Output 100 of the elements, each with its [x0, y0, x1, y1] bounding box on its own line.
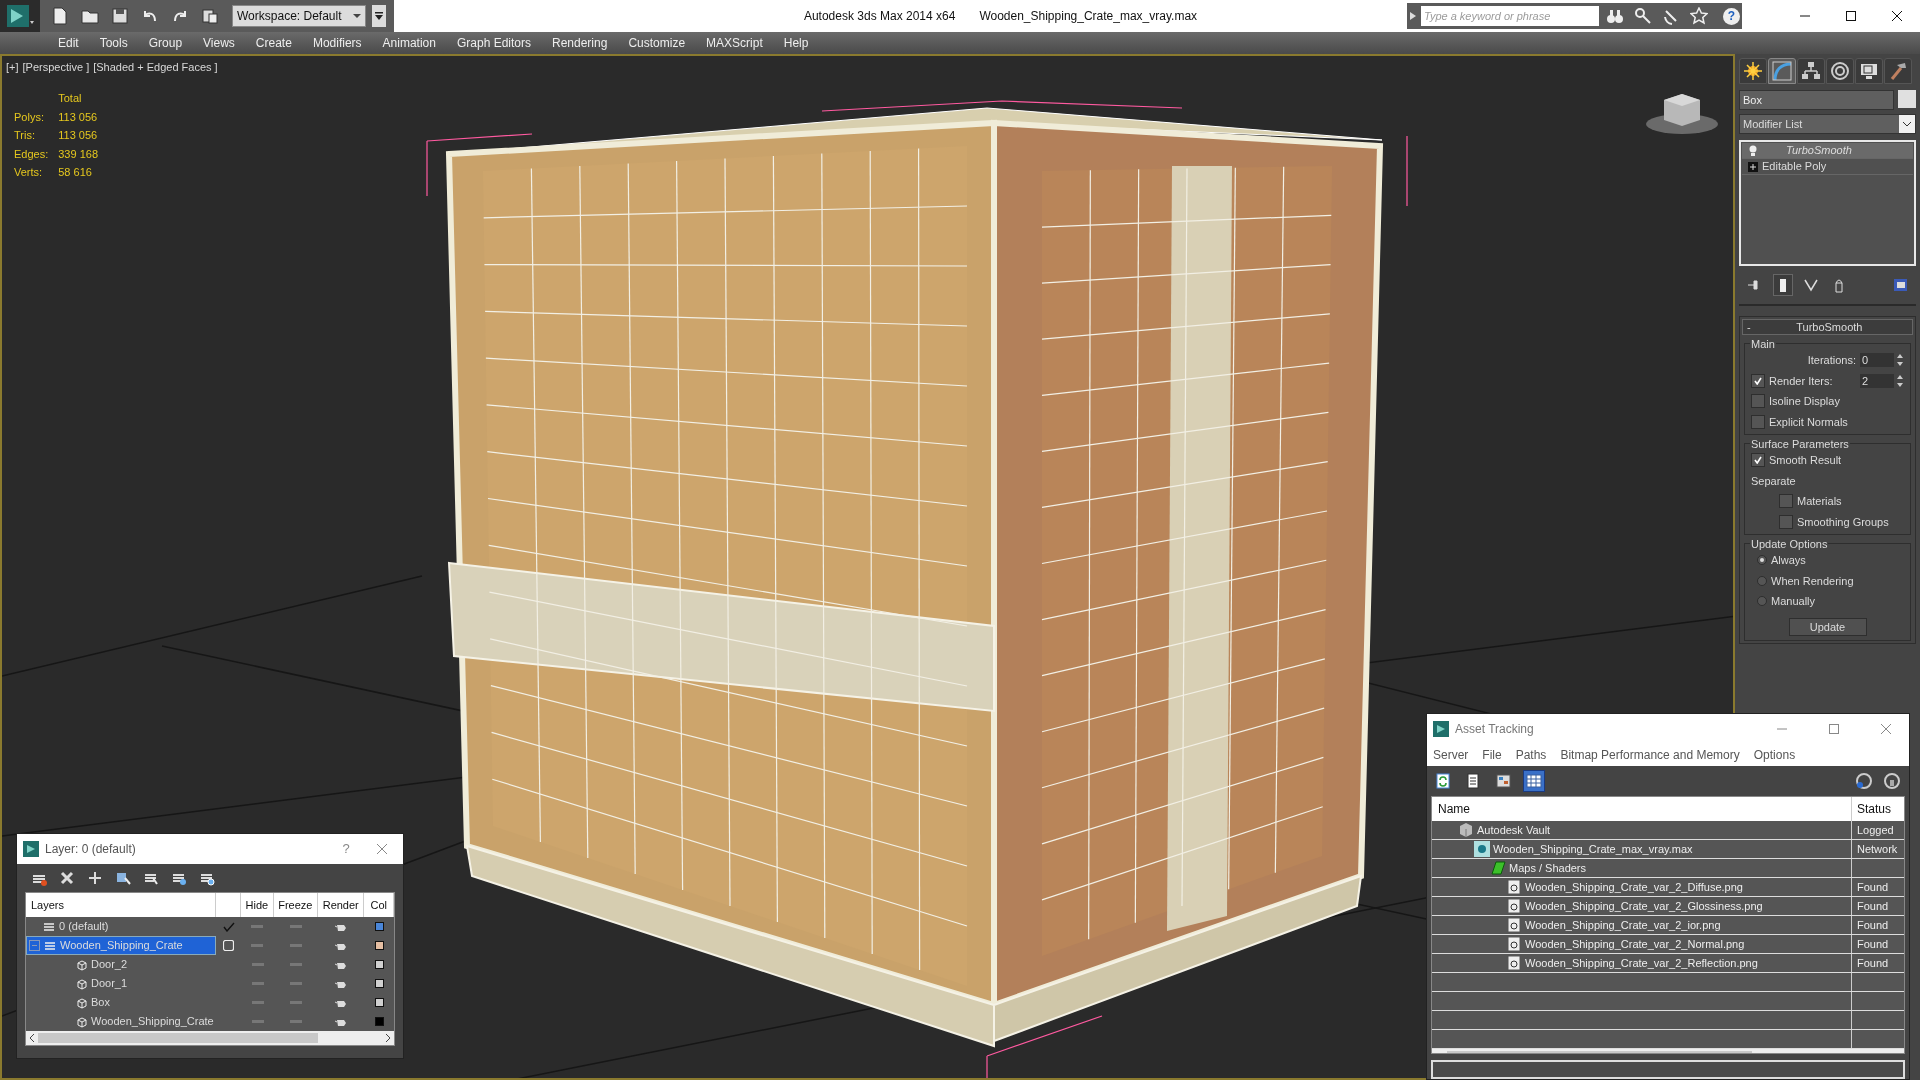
radio-button[interactable] [1757, 555, 1767, 566]
hide-toggle-icon[interactable] [251, 981, 264, 986]
menu-item[interactable]: Create [245, 32, 302, 54]
radio-button[interactable] [1757, 596, 1767, 607]
maximize-icon[interactable] [1843, 8, 1859, 24]
viewport-label[interactable]: [+] [6, 59, 19, 76]
checkbox[interactable] [1779, 514, 1793, 529]
image-file-icon [1506, 879, 1522, 895]
color-swatch[interactable] [374, 941, 384, 950]
rollout-title: TurboSmooth [1795, 319, 1864, 335]
update-button[interactable]: Update [1788, 617, 1867, 636]
file-name: Wooden_Shipping_Crate_max_vray.max [979, 8, 1198, 25]
collapse-toggle[interactable]: - [1747, 318, 1751, 336]
column-header[interactable]: Layers [26, 893, 217, 917]
layer-row[interactable]: Door_2 [26, 955, 217, 974]
layer-row[interactable]: 0 (default) [26, 917, 217, 936]
checkbox[interactable] [1751, 414, 1765, 429]
toolbar-options-button[interactable] [372, 5, 386, 27]
menu-item[interactable]: Tools [89, 32, 138, 54]
spinner-field[interactable]: 0 [1860, 353, 1894, 368]
column-header[interactable]: Name [1432, 797, 1852, 821]
help-button[interactable]: ? [331, 839, 361, 859]
asset-name[interactable]: Autodesk Vault [1477, 821, 1551, 839]
hide-toggle-icon[interactable] [251, 1000, 264, 1005]
asset-status: Network [1857, 841, 1898, 857]
menu-item[interactable]: Edit [48, 32, 89, 54]
column-header[interactable]: Hide [241, 893, 274, 917]
object-name-field[interactable]: Box [1739, 90, 1894, 110]
hide-toggle-icon[interactable] [251, 962, 264, 967]
menu-item[interactable]: Graph Editors [446, 32, 541, 54]
color-swatch[interactable] [374, 1017, 384, 1026]
dropdown-caret-icon [353, 13, 361, 19]
spinner-field[interactable]: 2 [1860, 373, 1894, 388]
modifier-stack[interactable]: TurboSmooth Editable Poly [1739, 140, 1916, 266]
hide-toggle-icon[interactable] [251, 943, 264, 948]
layer-row[interactable]: Box [26, 993, 217, 1012]
menu-item[interactable]: File [1482, 746, 1502, 764]
freeze-toggle-icon[interactable] [290, 1019, 302, 1024]
column-header[interactable]: Freeze [273, 893, 319, 917]
expand-icon[interactable] [1748, 161, 1758, 172]
color-swatch[interactable] [374, 960, 384, 969]
modifier-list-dropdown[interactable]: Modifier List [1739, 114, 1916, 134]
checkbox[interactable] [1779, 494, 1793, 509]
menu-item[interactable]: Modifiers [302, 32, 372, 54]
asset-name[interactable]: Wooden_Shipping_Crate_var_2_ior.png [1525, 916, 1721, 934]
column-header[interactable]: Render [318, 893, 365, 917]
menu-item[interactable]: Paths [1515, 746, 1547, 764]
freeze-toggle-icon[interactable] [290, 1000, 302, 1005]
menu-item[interactable]: Help [773, 32, 819, 54]
menu-item[interactable]: Group [138, 32, 193, 54]
freeze-toggle-icon[interactable] [290, 962, 302, 967]
color-swatch[interactable] [374, 922, 384, 931]
toolbar-options-icon[interactable] [375, 12, 383, 20]
checkbox-label: Explicit Normals [1769, 414, 1848, 430]
modifier-stack-item[interactable]: Editable Poly [1742, 159, 1913, 175]
freeze-toggle-icon[interactable] [289, 943, 302, 948]
hide-toggle-icon[interactable] [251, 924, 264, 929]
freeze-toggle-icon[interactable] [289, 924, 302, 929]
asset-status: Found [1857, 936, 1889, 952]
freeze-toggle-icon[interactable] [290, 981, 302, 986]
horizontal-scrollbar[interactable] [26, 1031, 394, 1045]
column-header[interactable]: Col [364, 893, 394, 917]
layer-row[interactable]: Wooden_Shipping_Crate [26, 936, 217, 955]
viewport-label[interactable]: [Shaded + Edged Faces ] [93, 59, 218, 76]
search-field[interactable]: Type a keyword or phrase [1421, 6, 1599, 26]
menu-item[interactable]: Rendering [542, 32, 618, 54]
spinner-arrows-icon[interactable] [1896, 353, 1904, 368]
image-file-icon [1506, 917, 1522, 933]
viewport-label[interactable]: [Perspective ] [22, 59, 90, 76]
app-title: Autodesk 3ds Max 2014 x64 [803, 8, 956, 25]
close-icon[interactable] [1889, 8, 1905, 24]
menu-item[interactable]: Options [1753, 746, 1796, 764]
layer-row[interactable]: Wooden_Shipping_Crate [26, 1012, 217, 1031]
asset-name[interactable]: Maps / Shaders [1509, 859, 1587, 877]
modifier-stack-item[interactable]: TurboSmooth [1742, 143, 1913, 159]
menu-item[interactable]: Customize [618, 32, 696, 54]
menu-item[interactable]: Server [1433, 746, 1469, 764]
help-button[interactable]: ? [1723, 7, 1740, 25]
spinner-arrows-icon[interactable] [1896, 373, 1904, 388]
color-swatch[interactable] [374, 979, 384, 988]
column-header[interactable]: Status [1852, 797, 1904, 821]
hide-toggle-icon[interactable] [251, 1019, 264, 1024]
expand-arrow-icon[interactable] [1409, 11, 1417, 21]
menu-item[interactable]: MAXScript [696, 32, 773, 54]
menu-item[interactable]: Animation [372, 32, 446, 54]
color-swatch[interactable] [374, 998, 384, 1007]
workspace-dropdown[interactable]: Workspace: Default [232, 5, 366, 27]
checkbox[interactable] [1751, 394, 1765, 409]
layer-row[interactable]: Door_1 [26, 974, 217, 993]
asset-name[interactable]: Wooden_Shipping_Crate_max_vray.max [1493, 840, 1693, 858]
radio-button[interactable] [1757, 575, 1767, 586]
checkmark-icon[interactable] [222, 921, 235, 932]
rollout-header[interactable]: - TurboSmooth [1742, 319, 1913, 335]
checkbox-label: Smoothing Groups [1797, 514, 1889, 530]
field-label: Render Iters: [1769, 373, 1834, 389]
checkbox-label: Isoline Display [1769, 394, 1840, 409]
menu-item[interactable]: Views [193, 32, 245, 54]
crate-model-drawing[interactable] [426, 100, 1408, 1078]
object-color-swatch[interactable] [1898, 90, 1916, 108]
light-bulb-icon[interactable] [1748, 144, 1758, 157]
